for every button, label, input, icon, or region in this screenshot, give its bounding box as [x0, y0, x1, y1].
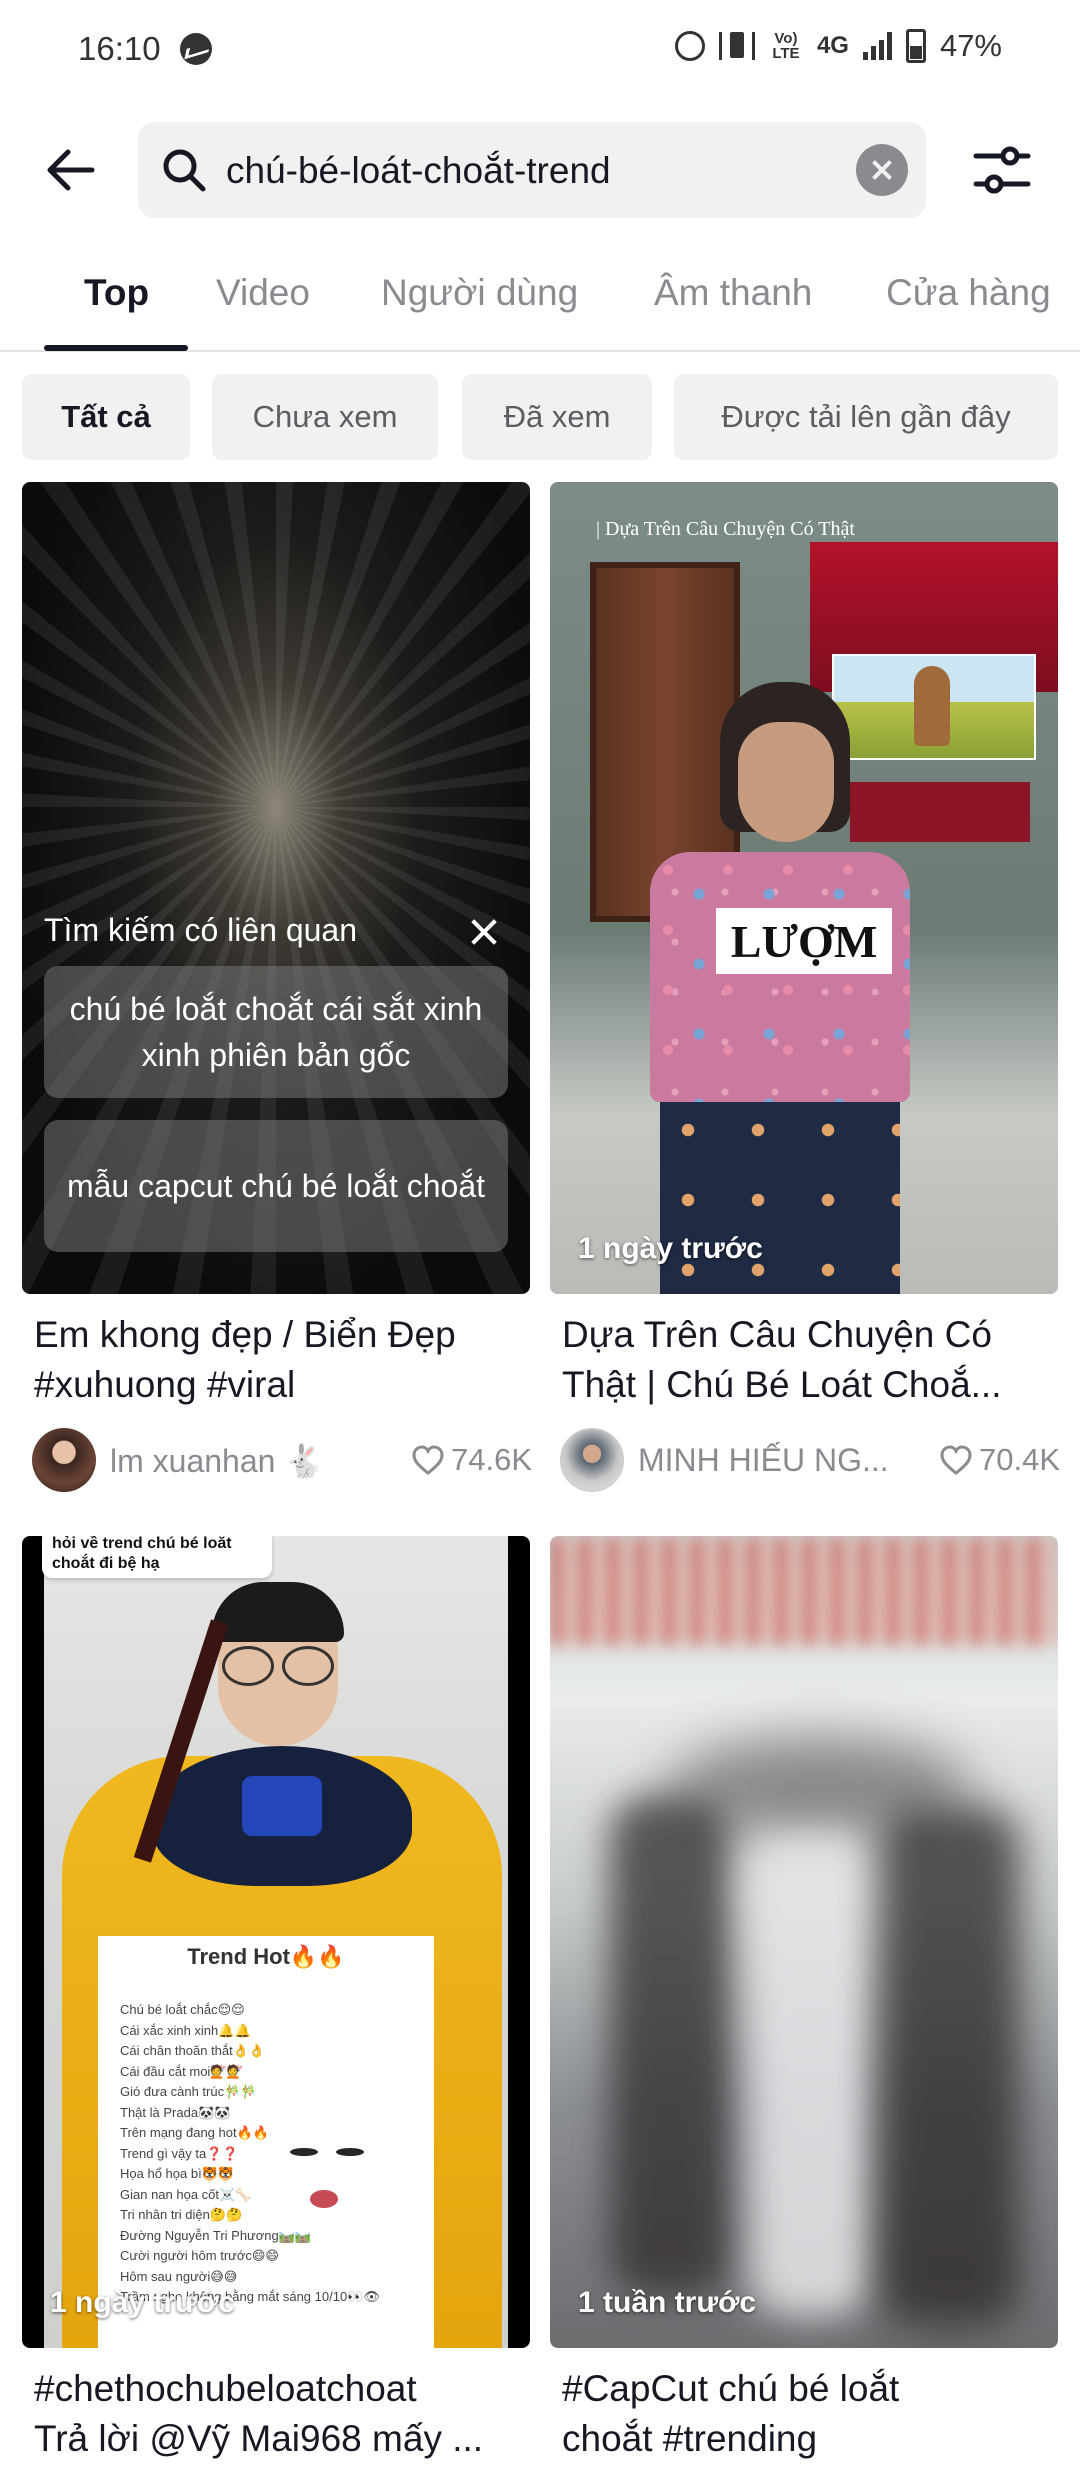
- volte-icon: Vo) LTE: [772, 30, 800, 62]
- video-meta: MINH HIẾU NG... 70.4K: [560, 1428, 1060, 1492]
- video-card[interactable]: Tìm kiếm có liên quan chú bé loắt choắt …: [22, 482, 532, 1492]
- video-thumbnail[interactable]: 1 tuần trước: [550, 1536, 1058, 2348]
- time-ago: 1 ngày trước: [50, 2286, 235, 2319]
- status-icons: Vo) LTE 4G 47%: [674, 28, 1002, 64]
- video-overlay-label: LƯỢM: [716, 908, 892, 974]
- filter-settings-icon[interactable]: [970, 140, 1034, 200]
- tab-top[interactable]: Top: [84, 272, 149, 314]
- video-title[interactable]: #chethochubeloatchoat Trả lời @Vỹ Mai968…: [34, 2364, 524, 2464]
- tab-users[interactable]: Người dùng: [381, 272, 578, 314]
- video-title[interactable]: Em khong đẹp / Biển Đẹp #xuhuong #viral: [34, 1310, 524, 1410]
- vibrate-icon: [718, 32, 755, 60]
- close-icon[interactable]: [466, 914, 502, 950]
- comment-reply-bubble: hỏi về trend chú bé loắt choắt đi bệ hạ: [42, 1536, 272, 1578]
- status-bar: 16:10 Vo) LTE 4G 47%: [0, 0, 1080, 100]
- clear-search-icon[interactable]: [856, 144, 908, 196]
- heart-icon: [940, 1445, 972, 1475]
- avatar[interactable]: [560, 1428, 624, 1492]
- search-input[interactable]: chú-bé-loát-choắt-trend: [138, 122, 926, 218]
- tab-video[interactable]: Video: [216, 272, 310, 314]
- network-type: 4G: [816, 32, 849, 59]
- video-overlay-caption: | Dựa Trên Câu Chuyện Có Thật: [596, 518, 855, 540]
- video-thumbnail[interactable]: Tìm kiếm có liên quan chú bé loắt choắt …: [22, 482, 530, 1294]
- tab-sounds[interactable]: Âm thanh: [654, 272, 812, 314]
- video-card[interactable]: 1 tuần trước #CapCut chú bé loắt choắt #…: [550, 1536, 1058, 2484]
- alarm-icon: [674, 31, 705, 61]
- tab-indicator: [44, 345, 188, 351]
- chip-all[interactable]: Tất cả: [22, 374, 190, 460]
- search-icon: [158, 144, 210, 196]
- related-search-suggestion[interactable]: chú bé loắt choắt cái sắt xinh xinh phiê…: [44, 966, 508, 1098]
- video-thumbnail[interactable]: hỏi về trend chú bé loắt choắt đi bệ hạ …: [22, 1536, 530, 2348]
- chip-watched[interactable]: Đã xem: [462, 374, 652, 460]
- likes-count: 74.6K: [411, 1442, 532, 1478]
- likes-count: 70.4K: [939, 1442, 1060, 1478]
- video-thumbnail[interactable]: | Dựa Trên Câu Chuyện Có Thật LƯỢM 1 ngà…: [550, 482, 1058, 1294]
- related-search-suggestion[interactable]: mẫu capcut chú bé loắt choắt: [44, 1120, 508, 1252]
- video-title[interactable]: Dựa Trên Câu Chuyện Có Thật | Chú Bé Loá…: [562, 1310, 1052, 1410]
- time-ago: 1 ngày trước: [578, 1232, 763, 1265]
- battery-icon: [905, 29, 926, 63]
- chip-recently-uploaded[interactable]: Được tải lên gần đây: [674, 374, 1058, 460]
- messenger-icon: [180, 33, 212, 65]
- related-search-title: Tìm kiếm có liên quan: [44, 912, 358, 948]
- signal-icon: [862, 32, 892, 60]
- video-meta: lm xuanhan 🐇 74.6K: [32, 1428, 532, 1492]
- video-card[interactable]: hỏi về trend chú bé loắt choắt đi bệ hạ …: [22, 1536, 530, 2484]
- author-name[interactable]: lm xuanhan 🐇: [110, 1442, 324, 1480]
- video-card[interactable]: | Dựa Trên Câu Chuyện Có Thật LƯỢM 1 ngà…: [550, 482, 1060, 1492]
- battery-percent: 47%: [939, 28, 1002, 63]
- search-query[interactable]: chú-bé-loát-choắt-trend: [226, 150, 611, 192]
- time-ago: 1 tuần trước: [578, 2286, 757, 2319]
- author-name[interactable]: MINH HIẾU NG...: [638, 1442, 889, 1479]
- chip-unwatched[interactable]: Chưa xem: [212, 374, 438, 460]
- status-time: 16:10: [78, 30, 161, 67]
- tab-shop[interactable]: Cửa hàng: [886, 272, 1051, 314]
- video-title[interactable]: #CapCut chú bé loắt choắt #trending: [562, 2364, 1052, 2464]
- back-arrow-icon[interactable]: [40, 138, 104, 202]
- search-header: chú-bé-loát-choắt-trend: [0, 110, 1080, 230]
- search-tabs: Top Video Người dùng Âm thanh Cửa hàng: [0, 250, 1080, 352]
- filter-chips: Tất cả Chưa xem Đã xem Được tải lên gần …: [0, 374, 1080, 460]
- heart-icon: [412, 1445, 444, 1475]
- avatar[interactable]: [32, 1428, 96, 1492]
